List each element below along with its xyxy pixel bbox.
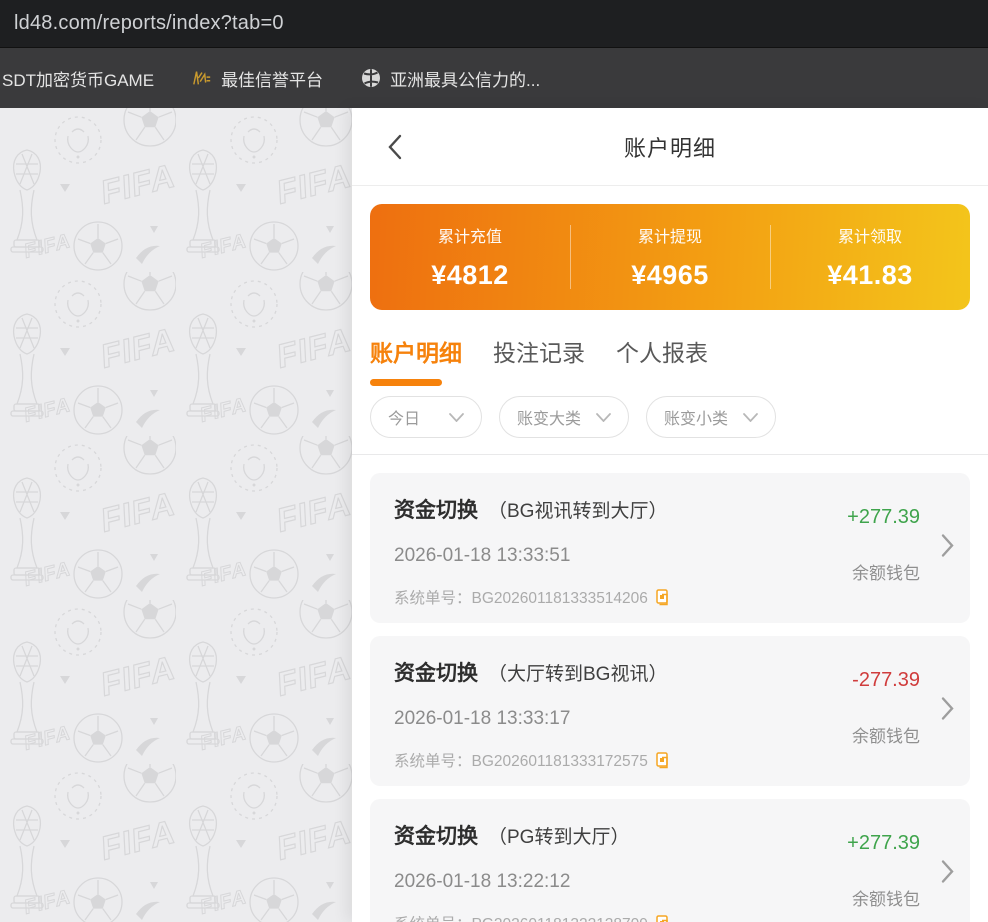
stat-label: 累计充值 [370, 223, 570, 247]
copy-icon[interactable] [656, 589, 671, 606]
bookmark-item-1[interactable]: SDT加密货币GAME [2, 66, 154, 91]
transaction-wallet: 余额钱包 [814, 885, 920, 910]
chevron-down-icon [596, 413, 611, 422]
tab-personal-report[interactable]: 个人报表 [616, 334, 708, 386]
transaction-title: 资金切换 [394, 820, 478, 850]
stat-label: 累计领取 [770, 223, 970, 247]
stat-value: ¥4812 [370, 260, 570, 291]
filter-label: 今日 [388, 405, 420, 429]
stat-total-deposit: 累计充值 ¥4812 [370, 223, 570, 291]
transaction-row[interactable]: 资金切换 （大厅转到BG视讯） 2026-01-18 13:33:17 系统单号… [370, 636, 970, 786]
transaction-row[interactable]: 资金切换 （BG视讯转到大厅） 2026-01-18 13:33:51 系统单号… [370, 473, 970, 623]
transaction-time: 2026-01-18 13:33:51 [394, 545, 814, 567]
chevron-right-icon [941, 534, 954, 563]
stat-value: ¥41.83 [770, 260, 970, 291]
chevron-left-icon [387, 134, 403, 160]
stat-total-withdraw: 累计提现 ¥4965 [570, 223, 770, 291]
tab-label: 账户明细 [370, 334, 462, 368]
globe-icon [361, 68, 381, 88]
bookmark-label: 亚洲最具公信力的... [390, 66, 540, 91]
tab-account-detail[interactable]: 账户明细 [370, 334, 462, 386]
bookmark-item-3[interactable]: 亚洲最具公信力的... [361, 66, 540, 91]
stat-total-claimed: 累计领取 ¥41.83 [770, 223, 970, 291]
transaction-amount: -277.39 [814, 669, 920, 692]
filter-label: 账变小类 [664, 405, 728, 429]
transaction-subtitle: （大厅转到BG视讯） [488, 659, 667, 686]
bookmark-label: 最佳信誉平台 [221, 66, 323, 91]
chevron-down-icon [449, 413, 464, 422]
page-title: 账户明细 [624, 131, 716, 163]
stats-section: 累计充值 ¥4812 累计提现 ¥4965 累计领取 ¥41.83 [352, 186, 988, 310]
filter-minor-category-dropdown[interactable]: 账变小类 [646, 396, 776, 438]
tab-bar: 账户明细 投注记录 个人报表 [352, 310, 988, 386]
transaction-subtitle: （PG转到大厅） [488, 822, 629, 849]
transaction-list: 资金切换 （BG视讯转到大厅） 2026-01-18 13:33:51 系统单号… [352, 455, 988, 922]
transaction-order-no: 系统单号：BG202601181333514206 [394, 586, 648, 608]
account-detail-panel: 账户明细 累计充值 ¥4812 累计提现 ¥4965 累计领取 ¥41.83 [352, 108, 988, 922]
bookmarks-bar: SDT加密货币GAME 最佳信誉平台 亚洲最具公信力的... [0, 48, 988, 108]
stat-label: 累计提现 [570, 223, 770, 247]
filter-label: 账变大类 [517, 405, 581, 429]
active-tab-underline [370, 379, 442, 386]
tab-bet-records[interactable]: 投注记录 [493, 334, 585, 386]
transaction-time: 2026-01-18 13:22:12 [394, 871, 814, 893]
chevron-down-icon [743, 413, 758, 422]
transaction-amount: +277.39 [814, 832, 920, 855]
bookmark-label: SDT加密货币GAME [2, 66, 154, 91]
transaction-wallet: 余额钱包 [814, 559, 920, 584]
url-text[interactable]: ld48.com/reports/index?tab=0 [14, 12, 284, 35]
stat-value: ¥4965 [570, 260, 770, 291]
transaction-order-no: 系统单号：PG202601181322128709 [394, 912, 648, 922]
filter-date-dropdown[interactable]: 今日 [370, 396, 482, 438]
stats-card: 累计充值 ¥4812 累计提现 ¥4965 累计领取 ¥41.83 [370, 204, 970, 310]
page-header: 账户明细 [352, 108, 988, 186]
browser-url-bar[interactable]: ld48.com/reports/index?tab=0 [0, 0, 988, 48]
tab-label: 投注记录 [493, 334, 585, 368]
transaction-title: 资金切换 [394, 657, 478, 687]
page-body: FIFA FIFA [0, 108, 988, 922]
chevron-right-icon [941, 860, 954, 889]
transaction-row[interactable]: 资金切换 （PG转到大厅） 2026-01-18 13:22:12 系统单号：P… [370, 799, 970, 922]
transaction-time: 2026-01-18 13:33:17 [394, 708, 814, 730]
transaction-wallet: 余额钱包 [814, 722, 920, 747]
filter-bar: 今日 账变大类 账变小类 [352, 386, 988, 455]
copy-icon[interactable] [656, 915, 671, 922]
gold-logo-icon [192, 68, 212, 88]
transaction-order-no: 系统单号：BG202601181333172575 [394, 749, 648, 771]
chevron-right-icon [941, 697, 954, 726]
filter-major-category-dropdown[interactable]: 账变大类 [499, 396, 629, 438]
tab-label: 个人报表 [616, 334, 708, 368]
bookmark-item-2[interactable]: 最佳信誉平台 [192, 66, 323, 91]
transaction-amount: +277.39 [814, 506, 920, 529]
back-button[interactable] [378, 130, 412, 164]
transaction-title: 资金切换 [394, 494, 478, 524]
transaction-subtitle: （BG视讯转到大厅） [488, 496, 667, 523]
copy-icon[interactable] [656, 752, 671, 769]
